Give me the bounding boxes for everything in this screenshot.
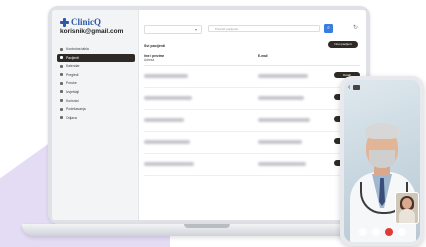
page-title: Svi pacijenti [144, 44, 165, 48]
camera-icon[interactable] [353, 84, 361, 90]
sidebar-item-logout[interactable]: Odjava [57, 114, 135, 122]
self-view-video[interactable] [395, 192, 419, 224]
sidebar-nav: Kontrolna tabla Pacijenti Kalendar Pregl… [57, 45, 135, 122]
filter-select[interactable]: ▾ [144, 25, 202, 34]
calendar-icon [60, 64, 63, 68]
call-topbar: ‹ [344, 80, 420, 94]
table-row[interactable]: Detalji [144, 133, 360, 154]
patients-icon [60, 56, 63, 60]
sidebar: ClinicQ korisnik@gmail.com Kontrolna tab… [52, 10, 139, 220]
dashboard-icon [60, 47, 63, 51]
sidebar-item-label: Podešavanja [66, 107, 86, 112]
patient-email-blurred [258, 74, 308, 78]
column-header-sublabel: Adresa [144, 58, 155, 62]
table-row[interactable]: Detalji [144, 155, 360, 176]
table-row[interactable]: Detalji [144, 111, 360, 132]
sidebar-item-label: Odjava [66, 115, 77, 120]
video-toggle-icon[interactable] [371, 228, 380, 236]
sidebar-item-reports[interactable]: Izvještaji [57, 88, 135, 96]
refresh-icon[interactable]: ↻ [353, 24, 358, 31]
laptop-screen: ClinicQ korisnik@gmail.com Kontrolna tab… [52, 10, 366, 220]
logout-icon [60, 116, 63, 120]
column-header-email[interactable]: E-mail [258, 54, 268, 58]
doctor-hair [365, 123, 399, 139]
sidebar-item-label: Kalendar [66, 64, 80, 69]
pip-head [402, 198, 412, 209]
sidebar-item-label: Korisnici [66, 98, 79, 103]
sidebar-item-messages[interactable]: Poruke [57, 79, 135, 87]
gear-icon [60, 107, 63, 111]
switch-camera-icon[interactable] [397, 228, 406, 236]
messages-icon [60, 81, 63, 85]
chevron-down-icon: ▾ [194, 27, 197, 32]
patient-email-blurred [258, 140, 302, 144]
video-call-screen: ‹ [344, 80, 420, 242]
reports-icon [60, 90, 63, 94]
patient-email-blurred [258, 162, 306, 166]
new-patient-button[interactable]: Novi pacijent [328, 41, 358, 48]
search-icon: ⌕ [327, 25, 330, 31]
end-call-icon[interactable] [384, 228, 393, 236]
patient-name-blurred [144, 96, 192, 100]
table-row[interactable]: Detalji [144, 67, 360, 88]
table-row[interactable]: Detalji [144, 89, 360, 110]
sidebar-item-dashboard[interactable]: Kontrolna tabla [57, 45, 135, 53]
exams-icon [60, 73, 63, 77]
patient-name-blurred [144, 74, 188, 78]
sidebar-item-users[interactable]: Korisnici [57, 97, 135, 105]
patient-name-blurred [144, 140, 190, 144]
patient-email-blurred [258, 96, 304, 100]
sidebar-item-exams[interactable]: Pregledi [57, 71, 135, 79]
patient-name-blurred [144, 118, 184, 122]
column-header-label: E-mail [258, 54, 268, 58]
doctor-beard [369, 150, 395, 168]
medical-cross-icon [60, 17, 69, 27]
microphone-icon[interactable] [358, 228, 367, 236]
logo-text: ClinicQ [71, 17, 102, 27]
sidebar-item-calendar[interactable]: Kalendar [57, 62, 135, 70]
pip-body [399, 209, 415, 223]
search-input[interactable]: Pretraži pacijente [208, 25, 320, 32]
laptop-notch [184, 224, 230, 228]
call-controls [344, 226, 420, 238]
sidebar-item-label: Poruke [66, 81, 77, 86]
app-logo[interactable]: ClinicQ [60, 17, 101, 27]
sidebar-item-label: Pacijenti [66, 55, 79, 60]
users-icon [60, 99, 63, 103]
patient-email-blurred [258, 118, 310, 122]
sidebar-item-label: Izvještaji [66, 89, 80, 94]
table-divider [144, 65, 360, 66]
sidebar-item-settings[interactable]: Podešavanja [57, 105, 135, 113]
sidebar-item-label: Kontrolna tabla [66, 47, 89, 51]
user-email: korisnik@gmail.com [60, 28, 124, 35]
sidebar-item-label: Pregledi [66, 72, 79, 77]
column-header-name[interactable]: Ime i prezime Adresa [144, 54, 164, 62]
chevron-left-icon[interactable]: ‹ [348, 84, 350, 91]
search-button[interactable]: ⌕ [324, 24, 333, 33]
sidebar-item-patients[interactable]: Pacijenti [57, 53, 135, 62]
patient-name-blurred [144, 162, 194, 166]
